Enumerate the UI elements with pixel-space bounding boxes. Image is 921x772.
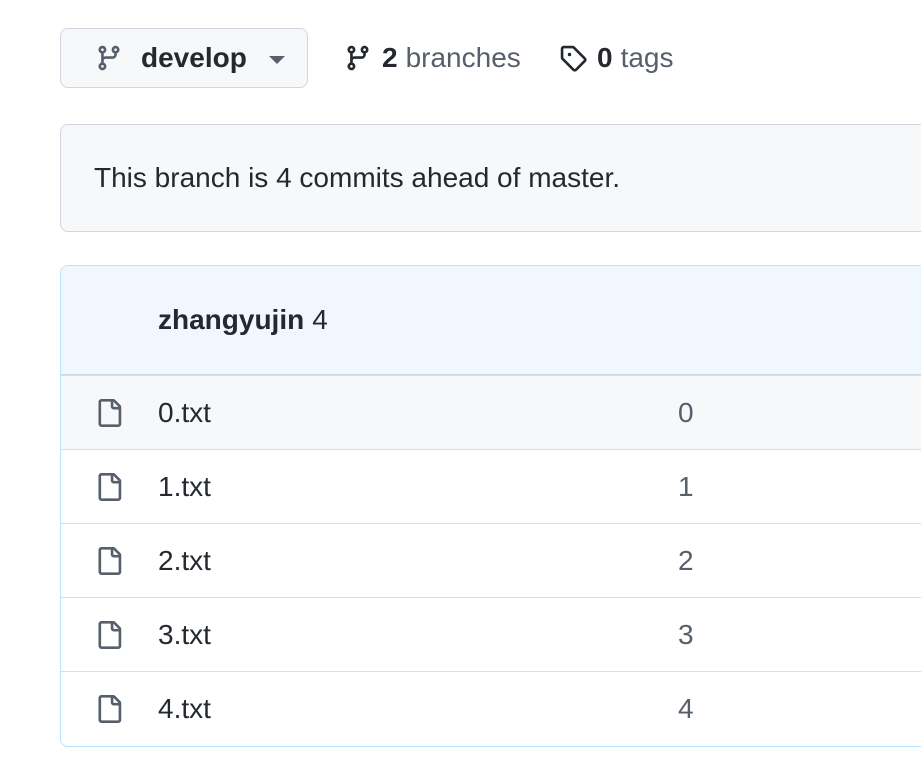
- file-row[interactable]: 3.txt 3: [61, 597, 921, 671]
- branches-count: 2: [382, 42, 398, 73]
- tags-label: tags: [620, 42, 674, 73]
- tags-count: 0: [597, 42, 613, 73]
- branches-link[interactable]: 2 branches: [344, 40, 521, 76]
- tag-icon: [559, 44, 587, 72]
- file-icon: [95, 619, 123, 651]
- file-name-link[interactable]: 2.txt: [158, 545, 211, 577]
- file-icon: [95, 545, 123, 577]
- file-row[interactable]: 0.txt 0: [61, 375, 921, 449]
- file-list: zhangyujin 4 0.txt 0 1.txt 1 2.txt 2 3.t…: [60, 265, 921, 747]
- current-branch-name: develop: [141, 42, 247, 73]
- file-name-link[interactable]: 1.txt: [158, 471, 211, 503]
- file-name-link[interactable]: 3.txt: [158, 619, 211, 651]
- branch-status-text: This branch is 4 commits ahead of master…: [94, 162, 620, 193]
- git-branch-icon: [95, 44, 123, 72]
- file-commit-message-link[interactable]: 0: [678, 397, 694, 429]
- branch-select-button[interactable]: develop: [60, 28, 308, 88]
- repo-overview: develop 2 branches 0 tags This branch is…: [0, 0, 921, 772]
- file-name-link[interactable]: 0.txt: [158, 397, 211, 429]
- file-row[interactable]: 1.txt 1: [61, 449, 921, 523]
- tags-link[interactable]: 0 tags: [559, 40, 674, 76]
- git-branch-icon: [344, 44, 372, 72]
- file-icon: [95, 471, 123, 503]
- file-commit-message-link[interactable]: 1: [678, 471, 694, 503]
- file-row[interactable]: 2.txt 2: [61, 523, 921, 597]
- branches-label: branches: [405, 42, 521, 73]
- commit-author-link[interactable]: zhangyujin: [158, 304, 304, 336]
- commit-message-link[interactable]: 4: [312, 304, 328, 336]
- file-row[interactable]: 4.txt 4: [61, 671, 921, 745]
- file-commit-message-link[interactable]: 4: [678, 693, 694, 725]
- branch-status-notice: This branch is 4 commits ahead of master…: [60, 124, 921, 232]
- file-commit-message-link[interactable]: 3: [678, 619, 694, 651]
- chevron-down-icon: [268, 56, 285, 64]
- latest-commit-header: zhangyujin 4: [61, 266, 921, 375]
- file-name-link[interactable]: 4.txt: [158, 693, 211, 725]
- file-icon: [95, 693, 123, 725]
- file-commit-message-link[interactable]: 2: [678, 545, 694, 577]
- file-icon: [95, 397, 123, 429]
